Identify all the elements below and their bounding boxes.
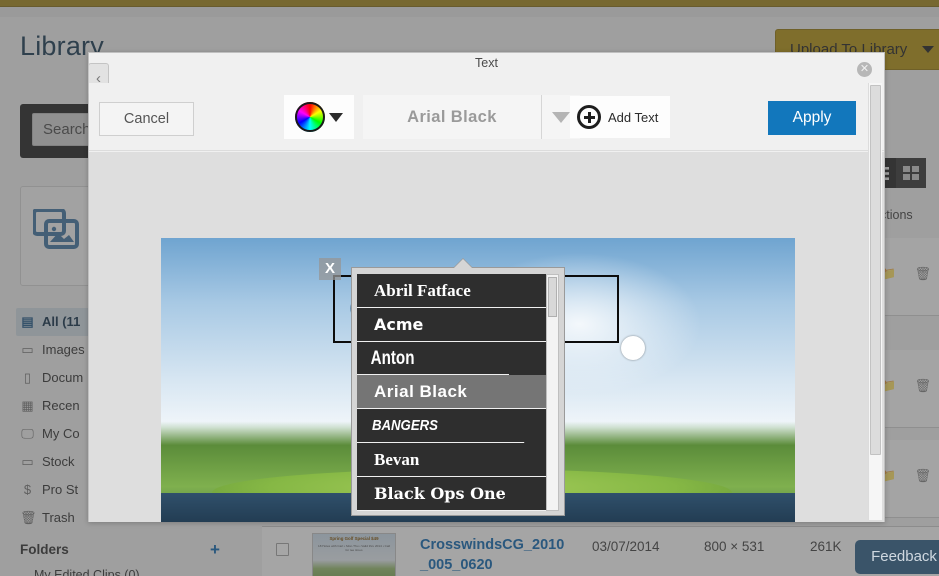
plus-circle-icon [577,105,601,129]
add-text-label: Add Text [608,109,659,125]
file-thumbnail: Spring Golf Special $49 18 Holes with Ca… [312,533,396,576]
feedback-tab[interactable]: Feedback [855,540,939,574]
color-picker-group[interactable] [284,95,354,139]
cancel-button[interactable]: Cancel [99,102,194,136]
text-toolbar: Cancel Arial Black Add Text Apply [89,83,884,151]
font-list-scrollbar[interactable] [546,274,559,511]
add-folder-button[interactable]: + [210,540,220,560]
font-option-black-ops-one[interactable]: Black Ops One [357,477,547,511]
font-option-arial-black[interactable]: Arial Black [357,375,547,410]
sidebar-item-label: All (11 [42,314,81,329]
top-strip [0,7,939,17]
chevron-down-icon[interactable] [329,112,343,122]
file-date: 03/07/2014 [592,539,660,554]
font-option-bevan[interactable]: Bevan [357,443,547,477]
sidebar-item-label: Stock [42,454,75,469]
sidebar-item-label: Images [42,342,85,357]
top-accent-bar [0,0,939,7]
sidebar-item-label: Docum [42,370,84,385]
dropdown-caret [454,259,472,268]
file-name-link[interactable]: CrosswindsCG_2010_005_0620 [420,535,570,575]
chevron-down-icon [552,111,570,123]
dialog-title: Text [475,56,498,70]
monitor-icon: 🖵 [21,426,34,441]
text-editor-dialog: Text ✕ ‹ Cancel Arial Black Add Text App… [88,52,885,522]
selected-font-label: Arial Black [407,107,497,126]
folders-heading: Folders [20,542,69,557]
folder-item[interactable]: My Edited Clips (0) [34,568,140,576]
font-option-anton[interactable]: Anton [357,342,509,376]
image-icon: ▭ [21,454,34,469]
images-stack-icon [33,209,79,249]
trash-icon[interactable]: 🗑 [914,378,931,394]
sidebar-item-label: Pro St [42,482,79,497]
file-table-row[interactable]: Spring Golf Special $49 18 Holes with Ca… [262,526,939,576]
chevron-down-icon [922,46,934,53]
calendar-icon: ▦ [21,398,34,413]
font-option-acme[interactable]: Acme [357,308,547,342]
close-icon[interactable]: ✕ [857,62,872,77]
thumbnail-title: Spring Golf Special $49 [329,536,379,541]
add-text-button[interactable]: Add Text [570,96,670,138]
file-size: 261K [810,539,842,554]
color-wheel-icon[interactable] [295,102,325,132]
font-list[interactable]: Abril Fatface Acme Anton Arial Black BAN… [357,274,547,511]
dialog-scrollbar[interactable] [868,83,882,520]
scrollbar-thumb[interactable] [548,277,557,317]
image-icon: ▭ [21,342,34,357]
document-icon: ▯ [23,370,32,385]
sidebar-item-label: My Co [42,426,80,441]
resize-handle[interactable] [621,336,645,360]
trash-icon[interactable]: 🗑 [914,266,931,282]
sidebar-item-label: Recen [42,398,80,413]
delete-text-handle[interactable]: X [319,258,341,280]
image-canvas[interactable]: e X Abril Fatface Acme Anton Arial Black… [89,152,884,522]
dollar-icon: $ [23,482,32,497]
trash-icon[interactable]: 🗑 [914,468,931,484]
font-dropdown-menu: Abril Fatface Acme Anton Arial Black BAN… [351,259,565,516]
apply-button[interactable]: Apply [768,101,856,135]
screen: Library Upload To Library Search I M i B [0,0,939,576]
grid-view-button[interactable] [896,158,926,188]
file-dimensions: 800 × 531 [704,539,765,554]
font-option-abril-fatface[interactable]: Abril Fatface [357,274,547,308]
row-checkbox[interactable] [276,543,289,556]
thumbnail-subtitle: 18 Holes with Cart • Mon-Thu • Valid thr… [318,544,390,553]
scrollbar-thumb[interactable] [870,85,881,455]
font-option-bangers[interactable]: BANGERS [357,409,525,443]
stack-icon: ▤ [21,314,34,329]
grid-view-icon [903,166,919,180]
trash-icon: 🗑 [20,510,37,525]
sidebar-item-label: Trash [42,510,75,525]
font-selector[interactable]: Arial Black [363,95,541,139]
